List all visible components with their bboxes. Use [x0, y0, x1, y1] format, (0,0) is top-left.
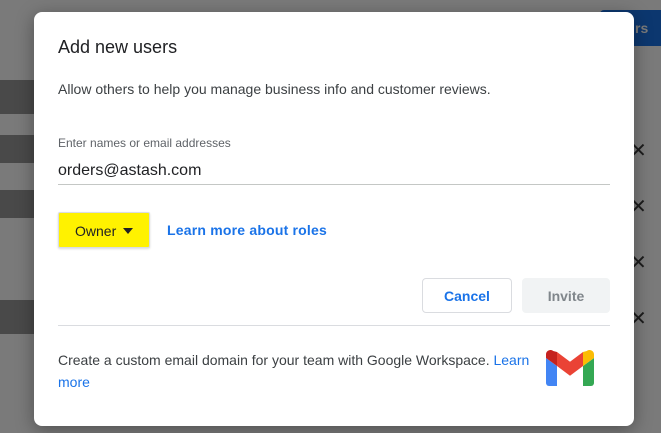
gmail-logo-icon	[546, 350, 594, 386]
role-dropdown-value: Owner	[75, 223, 117, 239]
workspace-promo: Create a custom email domain for your te…	[58, 349, 538, 393]
divider	[58, 325, 610, 326]
learn-more-roles-link[interactable]: Learn more about roles	[167, 222, 327, 238]
role-dropdown[interactable]: Owner	[58, 212, 150, 248]
dialog-title: Add new users	[58, 37, 178, 57]
email-field[interactable]	[58, 158, 610, 185]
cancel-button[interactable]: Cancel	[422, 278, 512, 313]
caret-down-icon	[123, 228, 133, 234]
email-field-label: Enter names or email addresses	[58, 136, 231, 150]
add-users-dialog: Add new users Allow others to help you m…	[34, 12, 634, 426]
invite-button[interactable]: Invite	[522, 278, 610, 313]
dialog-description: Allow others to help you manage business…	[58, 81, 491, 97]
promo-text: Create a custom email domain for your te…	[58, 352, 490, 368]
